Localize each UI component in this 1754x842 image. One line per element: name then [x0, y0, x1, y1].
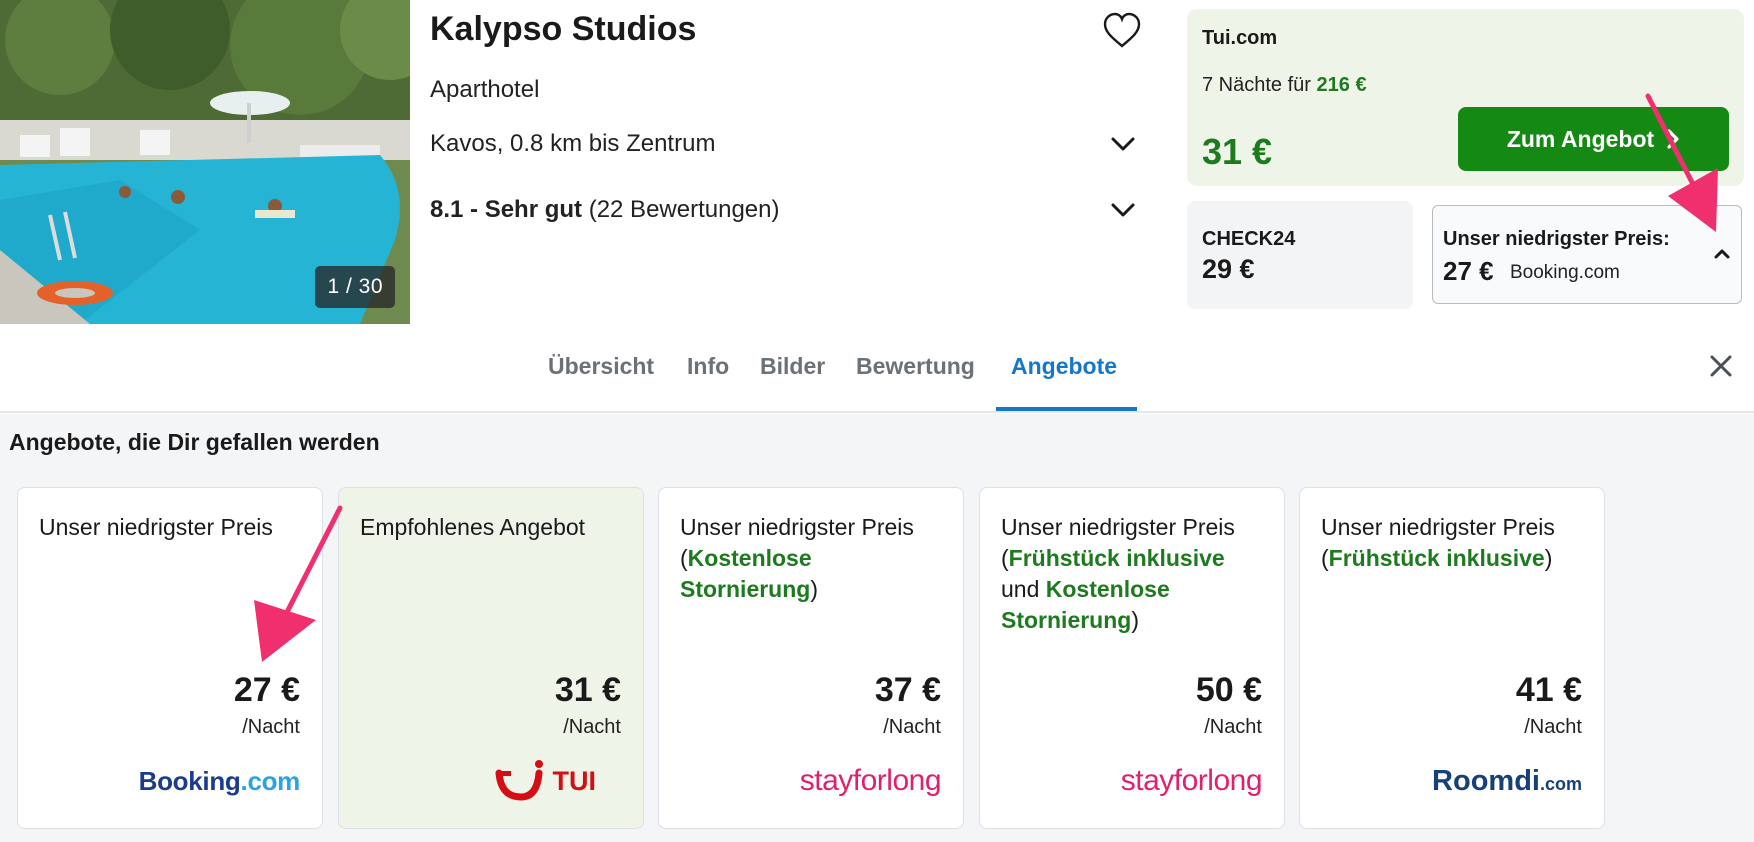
offer-card-title: Empfohlenes Angebot — [360, 514, 586, 540]
chevron-up-icon — [1714, 249, 1730, 259]
alt-provider: CHECK24 — [1202, 228, 1296, 250]
roomdi-logo-main: Roomdi — [1432, 764, 1540, 797]
offer-card-title-prefix: Unser niedrigster Preis — [1001, 514, 1235, 540]
offer-card-title: Unser niedrigster Preis (Frühstück inklus… — [1321, 512, 1591, 574]
offer-card-unit: /Nacht — [242, 716, 300, 738]
offer-card-price: 27 € — [233, 671, 300, 709]
stayforlong-logo: stayforlong — [659, 754, 963, 808]
offer-card-price: 31 € — [554, 671, 621, 709]
close-icon[interactable] — [1709, 354, 1733, 378]
offer-card-paren-close: ) — [810, 576, 819, 602]
stayforlong-logo-text: stayforlong — [1120, 764, 1263, 797]
to-offer-button[interactable]: Zum Angebot — [1458, 107, 1729, 171]
nights-total: 216 € — [1316, 74, 1367, 96]
hotel-photo[interactable]: 1 / 30 — [0, 0, 410, 324]
alt-offer-box[interactable]: CHECK24 29 € — [1187, 201, 1413, 309]
offer-card[interactable]: Unser niedrigster Preis (Frühstück inklus… — [1299, 487, 1605, 829]
tab-overview[interactable]: Übersicht — [548, 353, 654, 380]
to-offer-label: Zum Angebot — [1506, 125, 1655, 152]
offer-card-paren-open: ( — [680, 545, 688, 571]
offer-card-title-and: und — [1001, 576, 1040, 602]
tui-logo-text: TUI — [552, 765, 597, 796]
tui-smile-icon — [495, 760, 543, 801]
offer-card-unit: /Nacht — [1204, 716, 1262, 738]
rating-text: 8.1 - Sehr gut (22 Bewertungen) — [430, 196, 779, 224]
offer-card-feature: Frühstück inklusive — [1328, 545, 1545, 571]
location-text: Kavos, 0.8 km bis Zentrum — [430, 130, 716, 157]
offer-card[interactable]: Unser niedrigster Preis (Kostenlose Storn… — [658, 487, 964, 829]
tab-reviews[interactable]: Bewertung — [856, 353, 975, 380]
nights-text: 7 Nächte für — [1202, 74, 1311, 96]
offer-card-unit: /Nacht — [883, 716, 941, 738]
offer-card-title: Unser niedrigster Preis (Frühstück inklus… — [1001, 512, 1271, 636]
offer-card-feature: Frühstück inklusive — [1008, 545, 1225, 571]
location-row[interactable]: Kavos, 0.8 km bis Zentrum — [430, 130, 1140, 158]
booking-logo-suffix: .com — [240, 765, 301, 796]
lowest-price-value: 27 € — [1443, 256, 1494, 286]
chevron-down-icon — [1111, 137, 1135, 151]
roomdi-logo: Roomdi.com — [1300, 754, 1604, 808]
offer-card-paren-close: ) — [1544, 545, 1553, 571]
photo-counter: 1 / 30 — [315, 266, 395, 308]
tab-pictures[interactable]: Bilder — [760, 353, 825, 380]
stayforlong-logo: stayforlong — [980, 754, 1284, 808]
tab-info[interactable]: Info — [687, 353, 729, 380]
offer-card-paren-close: ) — [1131, 607, 1140, 633]
featured-provider: Tui.com — [1202, 27, 1278, 49]
tab-offers[interactable]: Angebote — [1011, 353, 1117, 380]
offer-card-price: 41 € — [1515, 671, 1582, 709]
hotel-info: Kalypso Studios Aparthotel Kavos, 0.8 km… — [430, 0, 1142, 324]
featured-price: 31 € — [1202, 131, 1273, 172]
offer-card-price: 50 € — [1195, 671, 1262, 709]
rating-row[interactable]: 8.1 - Sehr gut (22 Bewertungen) — [430, 196, 1140, 224]
booking-logo-main: Booking — [138, 765, 241, 796]
offer-card-title: Unser niedrigster Preis (Kostenlose Storn… — [680, 512, 950, 605]
rating-count: (22 Bewertungen) — [588, 196, 780, 223]
lowest-price-toggle[interactable]: Unser niedrigster Preis: 27 € Booking.co… — [1432, 205, 1742, 304]
stayforlong-logo-text: stayforlong — [799, 764, 942, 797]
offer-card-title-prefix: Unser niedrigster Preis — [680, 514, 914, 540]
chevron-right-icon — [1667, 129, 1679, 149]
offer-card-title: Unser niedrigster Preis — [39, 514, 273, 540]
booking-logo: Booking.com — [18, 754, 322, 808]
rating-score: 8.1 - Sehr gut — [430, 196, 583, 223]
offer-card-unit: /Nacht — [1524, 716, 1582, 738]
offer-card[interactable]: Unser niedrigster Preis 27 € /Nacht Book… — [17, 487, 323, 829]
hotel-name[interactable]: Kalypso Studios — [430, 10, 696, 49]
offer-card-paren-open: ( — [1321, 545, 1329, 571]
featured-offer-box[interactable]: Tui.com 7 Nächte für 216 € 31 € Zum Ange… — [1187, 9, 1744, 186]
chevron-down-icon — [1111, 203, 1135, 217]
tab-bar: Übersicht Info Bilder Bewertung Angebote — [0, 325, 1754, 413]
offer-card-paren-open: ( — [1001, 545, 1009, 571]
nights-summary: 7 Nächte für 216 € — [1202, 74, 1367, 97]
lowest-price-provider: Booking.com — [1510, 262, 1620, 283]
alt-price: 29 € — [1202, 254, 1255, 284]
roomdi-logo-suffix: .com — [1539, 773, 1582, 794]
heart-icon[interactable] — [1102, 12, 1142, 50]
offer-card[interactable]: Unser niedrigster Preis (Frühstück inklus… — [979, 487, 1285, 829]
offers-section-title: Angebote, die Dir gefallen werden — [9, 429, 380, 455]
active-tab-indicator — [996, 407, 1137, 411]
offer-card-feature: Kostenlose Stornierung — [680, 545, 812, 602]
offer-card-title-prefix: Unser niedrigster Preis — [1321, 514, 1555, 540]
offer-card[interactable]: Empfohlenes Angebot 31 € /Nacht TUI — [338, 487, 644, 829]
offer-card-price: 37 € — [874, 671, 941, 709]
offer-card-unit: /Nacht — [563, 716, 621, 738]
hotel-type: Aparthotel — [430, 76, 540, 103]
tui-logo: TUI — [339, 754, 643, 808]
lowest-price-label: Unser niedrigster Preis: — [1443, 228, 1670, 250]
